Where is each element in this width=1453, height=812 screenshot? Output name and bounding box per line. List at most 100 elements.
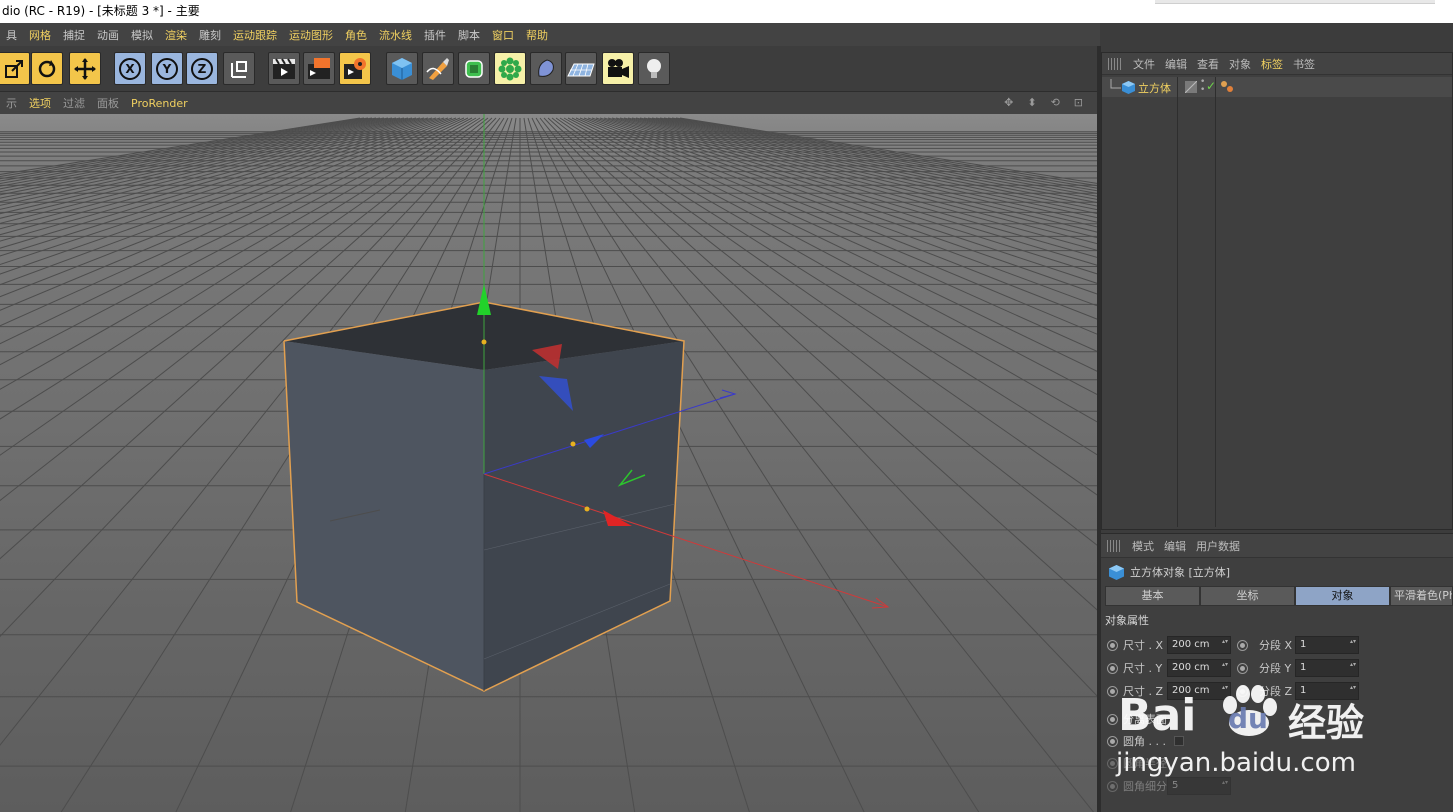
size-x-field[interactable]: 200 cm [1167, 636, 1231, 654]
om-menu-tags[interactable]: 标签 [1256, 56, 1288, 72]
segments-x-field[interactable]: 1 [1295, 636, 1359, 654]
viewport-menu-display[interactable]: 示 [0, 95, 23, 111]
menu-item-6[interactable]: 雕刻 [193, 27, 227, 43]
bend-deformer-icon [538, 58, 554, 77]
object-name[interactable]: 立方体 [1138, 80, 1171, 96]
menu-item-12[interactable]: 脚本 [452, 27, 486, 43]
keyframe-radio-icon[interactable] [1237, 662, 1248, 674]
scale-icon [5, 59, 23, 78]
menu-item-10[interactable]: 流水线 [373, 27, 418, 43]
floor-scene-button[interactable] [565, 52, 597, 85]
watermark-suffix: 经验 [1288, 701, 1365, 745]
x-axis-label: X [119, 57, 141, 80]
tab-basic[interactable]: 基本 [1105, 586, 1200, 606]
visibility-dots-icon[interactable]: • • [1200, 78, 1205, 95]
menu-item-13[interactable]: 窗口 [486, 27, 520, 43]
segments-y-field[interactable]: 1 [1295, 659, 1359, 677]
camera-button[interactable] [602, 52, 634, 85]
property-label: 尺寸 . Y [1123, 662, 1163, 675]
coordinate-system-button[interactable] [223, 52, 255, 85]
render-view-button[interactable] [268, 52, 300, 85]
attribute-title: 立方体对象 [立方体] [1109, 564, 1230, 580]
am-menu-edit[interactable]: 编辑 [1159, 538, 1191, 554]
subdivision-surface-button[interactable] [458, 52, 490, 85]
dolly-view-icon[interactable]: ⬍ [1021, 96, 1044, 109]
menu-item-3[interactable]: 动画 [91, 27, 125, 43]
attribute-manager-menu: 模式 编辑 用户数据 [1101, 534, 1453, 558]
lock-y-axis-button[interactable]: Y [151, 52, 183, 85]
move-icon [74, 57, 96, 80]
viewport-menu-panel[interactable]: 面板 [91, 95, 125, 111]
panel-grip-icon[interactable] [1108, 57, 1122, 70]
axis-point [584, 506, 590, 512]
menu-item-11[interactable]: 插件 [418, 27, 452, 43]
am-menu-mode[interactable]: 模式 [1127, 538, 1159, 554]
menu-item-4[interactable]: 模拟 [125, 27, 159, 43]
keyframe-radio-icon[interactable] [1107, 713, 1118, 725]
light-button[interactable] [638, 52, 670, 85]
3d-viewport[interactable] [0, 114, 1097, 812]
tab-object[interactable]: 对象 [1295, 586, 1390, 606]
menu-item-1[interactable]: 网格 [23, 27, 57, 43]
render-to-picture-viewer-button[interactable] [303, 52, 335, 85]
om-menu-view[interactable]: 查看 [1192, 56, 1224, 72]
lock-x-axis-button[interactable]: X [114, 52, 146, 85]
lock-z-axis-button[interactable]: Z [186, 52, 218, 85]
viewport-nav-icons: ✥ ⬍ ⟲ ⊡ [998, 95, 1091, 109]
panel-grip-icon[interactable] [1107, 539, 1121, 552]
om-menu-bookmarks[interactable]: 书签 [1288, 56, 1320, 72]
fillet-subdivision-field[interactable]: 5 [1167, 777, 1231, 795]
om-menu-object[interactable]: 对象 [1224, 56, 1256, 72]
add-cube-button[interactable] [386, 52, 418, 85]
size-y-field[interactable]: 200 cm [1167, 659, 1231, 677]
viewport-menu-options[interactable]: 选项 [23, 95, 57, 111]
deformer-bend-button[interactable] [530, 52, 562, 85]
column-separator [1215, 77, 1216, 527]
keyframe-radio-icon[interactable] [1107, 735, 1118, 747]
property-label: 分段 Y [1259, 662, 1292, 675]
menu-item-8[interactable]: 运动图形 [283, 27, 339, 43]
om-menu-file[interactable]: 文件 [1128, 56, 1160, 72]
menu-item-7[interactable]: 运动跟踪 [227, 27, 283, 43]
menu-item-2[interactable]: 捕捉 [57, 27, 91, 43]
menu-item-14[interactable]: 帮助 [520, 27, 554, 43]
layer-icon[interactable] [1185, 81, 1197, 93]
keyframe-radio-icon[interactable] [1107, 662, 1118, 674]
menu-item-0[interactable]: 具 [0, 27, 23, 43]
mograph-cloner-button[interactable] [494, 52, 526, 85]
object-list-item[interactable]: 立方体 • • ✓ [1102, 77, 1452, 97]
viewport-menu-prorender[interactable]: ProRender [125, 97, 194, 110]
pen-spline-button[interactable] [422, 52, 454, 85]
tab-phong[interactable]: 平滑着色(Phong) [1390, 586, 1453, 606]
rotate-view-icon[interactable]: ⟲ [1045, 96, 1068, 109]
camera-icon [608, 58, 629, 78]
viewport-menu-filter[interactable]: 过滤 [57, 95, 91, 111]
watermark-url: jingyan.baidu.com [1116, 748, 1356, 778]
scale-tool-button[interactable] [0, 52, 30, 85]
watermark-brand-du: du [1228, 702, 1268, 735]
pan-view-icon[interactable]: ✥ [998, 96, 1021, 109]
title-bar-dropdown-shadow [1155, 0, 1435, 4]
watermark-brand: Bai [1118, 690, 1197, 741]
keyframe-radio-icon[interactable] [1107, 780, 1118, 792]
axis-point [570, 441, 576, 447]
keyframe-radio-icon[interactable] [1107, 639, 1118, 651]
om-menu-edit[interactable]: 编辑 [1160, 56, 1192, 72]
section-title: 对象属性 [1105, 614, 1149, 627]
phong-tag-icon[interactable] [1220, 80, 1234, 94]
menu-item-5[interactable]: 渲染 [159, 27, 193, 43]
menu-item-9[interactable]: 角色 [339, 27, 373, 43]
clapboard-picture-icon [308, 57, 330, 79]
tree-branch-icon [1110, 79, 1121, 89]
property-label: 圆角细分 [1123, 780, 1167, 793]
render-settings-button[interactable] [339, 52, 371, 85]
am-menu-userdata[interactable]: 用户数据 [1191, 538, 1245, 554]
rotate-tool-button[interactable] [31, 52, 63, 85]
keyframe-radio-icon[interactable] [1237, 639, 1248, 651]
tab-coordinates[interactable]: 坐标 [1200, 586, 1295, 606]
cloner-icon [498, 57, 522, 80]
toggle-view-icon[interactable]: ⊡ [1068, 96, 1091, 109]
keyframe-radio-icon[interactable] [1107, 685, 1118, 697]
object-manager-panel: 文件 编辑 查看 对象 标签 书签 立方体 • • ✓ [1101, 52, 1453, 530]
move-tool-button[interactable] [69, 52, 101, 85]
